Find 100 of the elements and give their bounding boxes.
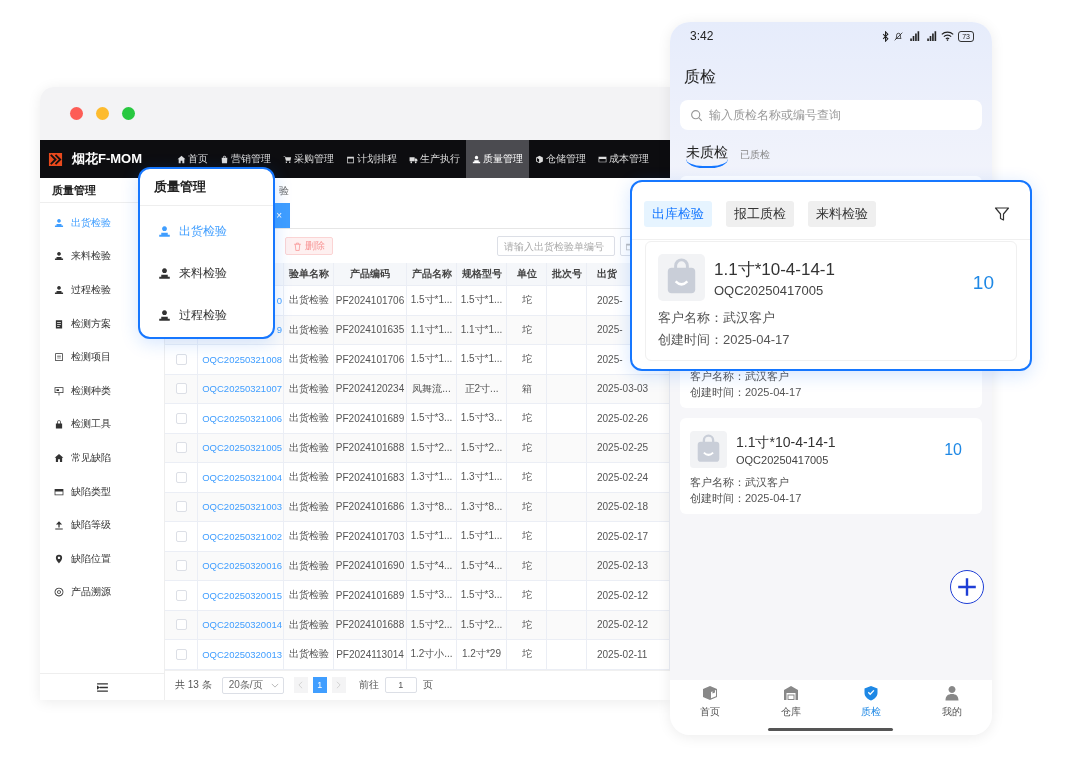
row-checkbox[interactable]	[175, 619, 187, 631]
table-cell: 坨	[521, 293, 532, 308]
nav-menu-item[interactable]: 采购管理	[277, 140, 340, 178]
sidebar-item[interactable]: 常见缺陷	[40, 441, 164, 475]
search-field[interactable]: 请输入出货检验单编号	[497, 236, 615, 256]
table-cell: 1.2寸小...	[410, 647, 453, 662]
table-cell: PF2024101688	[335, 442, 405, 454]
bottom-nav-item[interactable]: 仓库	[750, 680, 831, 735]
status-tab[interactable]: 未质检	[686, 144, 728, 168]
house-icon	[54, 452, 64, 463]
nav-menu-item[interactable]: 成本管理	[592, 140, 655, 178]
table-cell: PF2024101703	[335, 530, 405, 542]
previous-page-button[interactable]	[293, 677, 308, 694]
filter-chip[interactable]: 报工质检	[726, 201, 794, 227]
close-window-button[interactable]	[70, 107, 83, 120]
chevron-left-icon	[298, 681, 304, 690]
minimize-window-button[interactable]	[96, 107, 109, 120]
row-checkbox[interactable]	[175, 648, 187, 660]
table-cell: 出货检验	[288, 322, 329, 337]
search-field[interactable]: 输入质检名称或编号查询	[680, 100, 982, 130]
shopping-bag-icon	[658, 254, 705, 301]
table-cell: 1.5寸*1...	[460, 293, 503, 308]
bluetooth-icon	[881, 30, 891, 42]
sidebar-item[interactable]: 缺陷位置	[40, 541, 164, 576]
table-cell: 2025-02-17	[597, 530, 649, 542]
person-icon	[472, 154, 481, 164]
upload-icon	[54, 520, 64, 531]
row-checkbox[interactable]	[175, 560, 187, 572]
table-cell: 1.5寸*3...	[460, 411, 503, 426]
caret-icon	[270, 682, 279, 688]
truck-icon	[409, 154, 418, 164]
sidebar-item[interactable]: 缺陷等级	[40, 508, 164, 542]
row-checkbox[interactable]	[175, 442, 187, 454]
filter-icon[interactable]	[994, 206, 1010, 222]
table-cell: 出货检验	[288, 529, 329, 544]
filter-chip[interactable]: 来料检验	[808, 201, 876, 227]
cube-icon	[702, 685, 719, 701]
sidebar-item[interactable]: 检测项目	[40, 340, 164, 374]
page-input[interactable]: 1	[384, 677, 417, 694]
field-value: 武汉客户	[723, 310, 775, 325]
page-title: 质检	[684, 67, 717, 87]
sidebar-item[interactable]: 检测工具	[40, 407, 164, 442]
nav-menu-item[interactable]: 仓储管理	[529, 140, 592, 178]
record-card[interactable]: 1.1寸*10-4-14-1 OQC20250417005 10 客户名称：武汉客户 创建时间：2025-04-17	[645, 241, 1017, 361]
table-cell: 箱	[521, 381, 532, 396]
nav-menu-item[interactable]: 生产执行	[403, 140, 466, 178]
table-cell: 坨	[521, 617, 532, 632]
table-cell: 2025-02-11	[597, 648, 648, 660]
table-cell: 1.5寸*2...	[410, 440, 453, 455]
row-checkbox[interactable]	[175, 471, 187, 483]
table-cell: 2025-02-12	[597, 589, 649, 601]
row-checkbox[interactable]	[175, 530, 187, 542]
table-cell: PF2024101706	[335, 353, 405, 365]
sidebar-item[interactable]: 产品溯源	[40, 575, 164, 610]
table-cell: 2025-02-13	[597, 560, 649, 572]
target-icon	[54, 587, 64, 598]
nav-menu-item[interactable]: 计划排程	[340, 140, 403, 178]
table-cell: 1.1寸*1...	[460, 322, 503, 337]
nav-menu-item[interactable]: 质量管理	[466, 140, 529, 178]
table-cell: 1.5寸*2...	[460, 617, 503, 632]
sidebar-item[interactable]: 检测种类	[40, 373, 164, 408]
filter-chip[interactable]: 出库检验	[644, 201, 712, 227]
column-header: 验单名称	[284, 263, 334, 285]
table-cell: 出货检验	[288, 440, 329, 455]
record-code: OQC20250417005	[736, 453, 830, 466]
bottom-nav-item[interactable]: 首页	[670, 680, 751, 735]
bottom-nav-item[interactable]: 质检	[831, 680, 912, 735]
table-cell: 坨	[521, 529, 532, 544]
table-cell: 坨	[521, 588, 532, 603]
signal-icon	[924, 31, 938, 41]
record-card[interactable]: 1.1寸*10-4-14-1 OQC20250417005 10 客户名称：武汉客户 创建时间：2025-04-17	[680, 418, 982, 514]
table-cell: 1.5寸*2...	[460, 440, 503, 455]
row-checkbox[interactable]	[175, 501, 187, 513]
table-cell: 1.3寸*1...	[410, 470, 453, 485]
next-page-button[interactable]	[331, 677, 346, 694]
row-checkbox[interactable]	[175, 412, 187, 424]
table-cell: 1.3寸*1...	[460, 470, 503, 485]
field-label: 创建时间：	[690, 386, 745, 398]
row-checkbox[interactable]	[175, 589, 187, 601]
collapse-menu-icon[interactable]	[96, 682, 108, 692]
cart-icon	[283, 154, 292, 164]
field-value: 2025-04-17	[723, 332, 790, 347]
maximize-window-button[interactable]	[122, 107, 135, 120]
table-cell: 出货检验	[288, 499, 329, 514]
sidebar-item[interactable]: 缺陷类型	[40, 474, 164, 509]
add-button[interactable]	[950, 570, 984, 604]
table-cell: 出货检验	[288, 558, 329, 573]
table-cell: 正2寸...	[464, 381, 499, 396]
table-cell: 出货检验	[288, 352, 329, 367]
table-cell: 2025-02-26	[597, 412, 649, 424]
table-cell: 1.5寸*3...	[410, 411, 453, 426]
record-code: OQC20250417005	[714, 282, 825, 298]
house-icon	[177, 154, 186, 164]
bottom-nav-item[interactable]: 我的	[911, 680, 992, 735]
row-checkbox[interactable]	[175, 353, 187, 365]
popup-title: 质量管理	[140, 169, 273, 206]
page-size-select[interactable]: 20条/页	[221, 676, 284, 694]
table-cell: 出货检验	[288, 647, 329, 662]
row-checkbox[interactable]	[175, 383, 187, 395]
goto-label: 前往	[358, 678, 379, 693]
